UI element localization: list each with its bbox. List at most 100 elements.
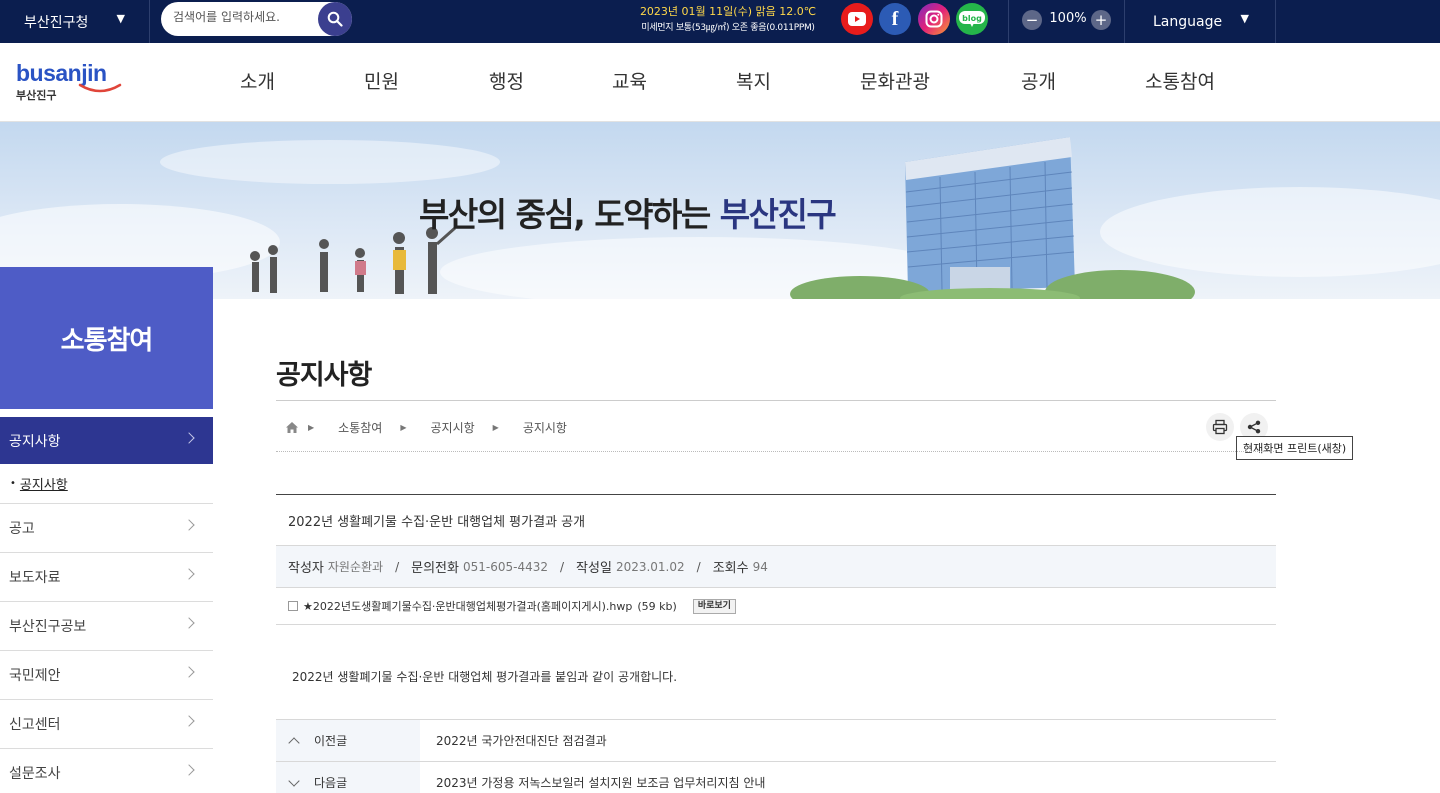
caret-down-icon: ▼ [116,12,125,25]
site-select[interactable]: 부산진구청 ▼ [0,0,150,43]
print-button[interactable] [1206,413,1234,441]
breadcrumb-item[interactable]: 소통참여 [338,419,382,436]
sidebar-item-press[interactable]: 보도자료 [0,553,213,602]
side-title-text: 소통참여 [60,325,154,356]
breadcrumb-item[interactable]: 공지시항 [523,419,567,436]
sidebar-item-survey[interactable]: 설문조사 [0,749,213,793]
preview-button[interactable]: 바로보기 [692,598,736,614]
search-icon [327,11,343,27]
search-button[interactable] [318,2,352,36]
sidebar-subitem-notice[interactable]: • 공지사항 [0,464,213,504]
weather-info: 2023년 01월 11일(수) 맑음 12.0℃ 미세먼지 보통(53㎍/㎥)… [620,4,836,36]
divider [276,451,1276,452]
sub-visual-banner: 부산의 중심, 도약하는 부산진구 [0,122,1440,299]
prev-post-row[interactable]: 이전글 2022년 국가안전대진단 점검결과 [276,720,1276,762]
svg-text:blog: blog [962,14,982,23]
banner-slogan-highlight: 부산진구 [719,195,837,234]
side-navigation: 공지사항 • 공지사항 공고 보도자료 부산진구공보 국민제안 신고센터 설문조… [0,417,213,793]
attachment-row: ★2022년도생활폐기물수집·운반대행업체평가결과(홈페이지게시).hwp (5… [276,588,1276,625]
meta-separator: / [560,559,565,574]
chevron-right-icon [183,568,195,580]
post-body: 2022년 생활폐기물 수집·운반 대행업체 평가결과를 붙임과 같이 공개합니… [292,670,678,684]
sidebar-item-proposal[interactable]: 국민제안 [0,651,213,700]
main-navigation: busanjin 부산진구 소개 민원 행정 교육 복지 문화관광 공개 소통참… [0,43,1440,122]
chevron-down-icon [288,774,300,787]
author-value: 자원순환과 [327,560,384,574]
arrow-right-icon: ▶ [400,422,407,432]
next-post-link[interactable]: 2023년 가정용 저녹스보일러 설치지원 보조금 업무처리지침 안내 [436,774,765,791]
breadcrumb: ▶ 소통참여 ▶ 공지시항 ▶ 공지시항 [286,418,567,436]
sidebar-item-label: 공지사항 [9,433,61,450]
gnb-menu-communication[interactable]: 소통참여 [1145,67,1215,94]
caret-down-icon: ▼ [1240,12,1249,25]
air-quality: 미세먼지 보통(53㎍/㎥) 오존 좋음(0.011PPM) [641,23,815,33]
language-label: Language [1153,13,1223,30]
sidebar-item-label: 설문조사 [9,766,61,782]
attachment-size: (59 kb) [637,599,677,613]
post-meta: 작성자 자원순환과 / 문의전화 051-605-4432 / 작성일 2023… [276,546,1276,588]
chevron-right-icon [183,666,195,678]
prev-post-label-cell: 이전글 [276,720,420,761]
next-post-row[interactable]: 다음글 2023년 가정용 저녹스보일러 설치지원 보조금 업무처리지침 안내 [276,762,1276,793]
divider [276,400,1276,401]
printer-icon [1212,419,1228,435]
sidebar-item-report-center[interactable]: 신고센터 [0,700,213,749]
post-view: 2022년 생활폐기물 수집·운반 대행업체 평가결과 공개 작성자 자원순환과… [276,494,1276,721]
arrow-right-icon: ▶ [308,422,315,432]
chevron-right-icon [183,764,195,776]
author-label: 작성자 [288,561,324,576]
gnb-menu-admin[interactable]: 행정 [489,67,524,94]
post-navigation: 이전글 2022년 국가안전대진단 점검결과 다음글 2023년 가정용 저녹스… [276,719,1276,793]
site-select-label: 부산진구청 [24,14,89,31]
zoom-out-button[interactable]: − [1022,10,1042,30]
gnb-menu-civil[interactable]: 민원 [364,67,399,94]
sidebar-item-gazette[interactable]: 부산진구공보 [0,602,213,651]
date-value: 2023.01.02 [615,559,685,574]
weather-date: 2023년 01월 11일(수) 맑음 12.0℃ [639,5,817,18]
share-icon [1247,420,1261,434]
sidebar-item-label: 부산진구공보 [9,619,87,635]
prev-post-label: 이전글 [314,734,348,748]
sidebar-item-label: 신고센터 [9,717,61,733]
sidebar-item-label: 보도자료 [9,570,61,586]
chevron-right-icon [183,519,195,531]
gnb-menu-culture[interactable]: 문화관광 [860,67,930,94]
bullet-icon: • [10,478,16,489]
sidebar-item-label: 국민제안 [9,668,61,684]
gnb-menu-open[interactable]: 공개 [1021,67,1056,94]
youtube-icon[interactable] [841,3,873,35]
prev-post-link[interactable]: 2022년 국가안전대진단 점검결과 [436,732,607,749]
phone-label: 문의전화 [411,561,459,576]
zoom-in-button[interactable]: + [1091,10,1111,30]
facebook-icon[interactable]: f [879,3,911,35]
phone-value: 051-605-4432 [462,559,548,574]
site-logo[interactable]: busanjin 부산진구 [16,61,122,103]
blog-icon[interactable]: blog [956,3,988,35]
breadcrumb-item[interactable]: 공지시항 [430,419,474,436]
gnb-menu-welfare[interactable]: 복지 [736,67,771,94]
date-label: 작성일 [576,561,612,576]
chevron-up-icon [288,736,300,749]
gnb-menu-education[interactable]: 교육 [612,67,647,94]
sidebar-subitem-label: 공지사항 [19,478,68,493]
instagram-icon[interactable] [918,3,950,35]
meta-separator: / [696,559,701,574]
file-icon [288,601,298,611]
next-post-label-cell: 다음글 [276,762,420,793]
gnb-menu-intro[interactable]: 소개 [240,67,275,94]
search-box [161,2,352,36]
chevron-right-icon [183,432,195,444]
search-input[interactable] [173,10,313,24]
sidebar-item-label: 공고 [9,521,35,537]
page-title: 공지사항 [276,360,372,391]
next-post-label: 다음글 [314,776,348,790]
banner-slogan: 부산의 중심, 도약하는 부산진구 [419,188,837,236]
language-select[interactable]: Language ▼ [1124,0,1276,43]
sidebar-item-notice[interactable]: 공지사항 [0,417,213,464]
banner-slogan-prefix: 부산의 중심, 도약하는 [419,195,720,234]
attachment-link[interactable]: ★2022년도생활폐기물수집·운반대행업체평가결과(홈페이지게시).hwp [303,598,632,614]
chevron-right-icon [183,715,195,727]
sidebar-item-announcement[interactable]: 공고 [0,504,213,553]
arrow-right-icon: ▶ [492,422,499,432]
home-icon[interactable] [286,421,298,433]
